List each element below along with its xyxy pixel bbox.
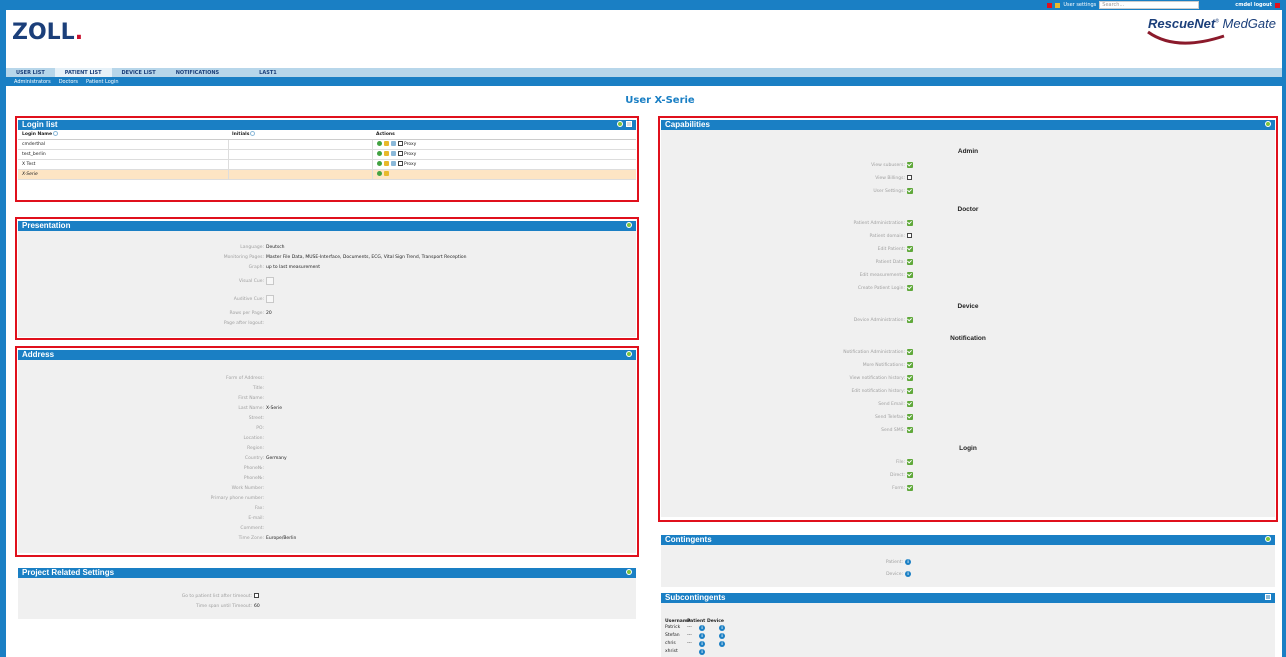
subtab-patient-login[interactable]: Patient Login xyxy=(86,79,119,85)
subtab-doctors[interactable]: Doctors xyxy=(59,79,78,85)
search-input[interactable]: Search... xyxy=(1099,1,1200,9)
project-settings-panel: Project Related Settings Go to patient l… xyxy=(18,568,636,619)
edit-icon[interactable] xyxy=(626,569,632,575)
header xyxy=(6,10,1282,68)
info-icon[interactable]: i xyxy=(699,649,705,655)
subtab-administrators[interactable]: Administrators xyxy=(14,79,51,85)
main-nav: USER LIST PATIENT LIST DEVICE LIST NOTIF… xyxy=(6,68,1282,77)
patient-cell: --- xyxy=(687,641,692,646)
username-cell: chris xyxy=(665,641,676,646)
timeout-label: Time span until Timeout: xyxy=(196,604,252,609)
contingents-header: Contingents xyxy=(661,535,1275,545)
goto-patient-list-label: Go to patient list after timeout: xyxy=(181,594,252,599)
highlight-box xyxy=(15,346,639,557)
highlight-box xyxy=(15,217,639,340)
tab-last1[interactable]: LAST1 xyxy=(229,68,287,77)
swoosh-icon xyxy=(1147,30,1225,45)
top-tools: User settings Search... cmdel logout xyxy=(1047,1,1280,9)
patient-contingent-label: Patient: xyxy=(885,560,903,565)
edit-icon[interactable] xyxy=(1265,536,1271,542)
table-row: chris --- i i xyxy=(665,641,1271,649)
info-icon[interactable]: i xyxy=(905,558,911,565)
settings-icon[interactable] xyxy=(1265,594,1271,600)
info-icon[interactable]: i xyxy=(699,625,705,631)
info-icon[interactable]: i xyxy=(719,633,725,639)
col-patient: Patient xyxy=(687,619,706,624)
patient-cell xyxy=(687,649,699,657)
logout-icon[interactable] xyxy=(1275,2,1280,8)
info-icon[interactable]: i xyxy=(699,633,705,639)
subcontingents-header: Subcontingents xyxy=(661,593,1275,603)
project-settings-header: Project Related Settings xyxy=(18,568,636,578)
subcontingents-panel: Subcontingents Username Patient Device P… xyxy=(661,593,1275,657)
info-icon[interactable]: i xyxy=(699,641,705,647)
contingents-panel: Contingents Patient: i Device: i xyxy=(661,535,1275,587)
frame-left xyxy=(0,0,6,657)
highlight-box xyxy=(15,116,639,202)
tab-user-list[interactable]: USER LIST xyxy=(6,68,55,77)
tab-notifications[interactable]: NOTIFICATIONS xyxy=(166,68,229,77)
logout-link[interactable]: cmdel logout xyxy=(1235,2,1272,8)
info-icon[interactable]: i xyxy=(719,641,725,647)
username-cell: Stefan xyxy=(665,633,680,638)
timeout-value: 60 xyxy=(254,604,260,609)
top-bar: User settings Search... cmdel logout xyxy=(0,0,1286,10)
sub-nav: Administrators Doctors Patient Login xyxy=(6,77,1282,86)
info-icon[interactable]: i xyxy=(719,625,725,631)
project-settings-title: Project Related Settings xyxy=(22,568,115,577)
info-icon[interactable]: i xyxy=(905,570,911,577)
highlight-box xyxy=(658,116,1278,522)
patient-cell: --- xyxy=(687,633,692,638)
tab-device-list[interactable]: DEVICE LIST xyxy=(112,68,166,77)
zoll-logo: ZOLL. xyxy=(12,20,84,45)
contingents-title: Contingents xyxy=(665,535,712,544)
flag-icon[interactable] xyxy=(1047,2,1053,8)
device-contingent-label: Device: xyxy=(886,572,903,577)
user-settings-link[interactable]: User settings xyxy=(1063,2,1096,8)
frame-right xyxy=(1282,0,1286,657)
username-cell: Patrick xyxy=(665,625,681,630)
patient-cell: --- xyxy=(687,625,692,630)
table-row: xhrist i xyxy=(665,649,1271,657)
subcontingents-title: Subcontingents xyxy=(665,593,726,602)
user-settings-icon[interactable] xyxy=(1055,2,1061,8)
subcontingents-table: Username Patient Device Patrick --- i i Stef… xyxy=(661,603,1275,657)
username-cell: xhrist xyxy=(665,649,678,654)
col-username: Username xyxy=(665,619,691,624)
goto-patient-list-checkbox xyxy=(254,593,259,598)
table-row: Stefan --- i i xyxy=(665,633,1271,641)
col-device: Device xyxy=(707,619,724,624)
tab-patient-list[interactable]: PATIENT LIST xyxy=(54,68,112,77)
table-row: Patrick --- i i xyxy=(665,625,1271,633)
page-title: User X-Serie xyxy=(625,95,695,106)
